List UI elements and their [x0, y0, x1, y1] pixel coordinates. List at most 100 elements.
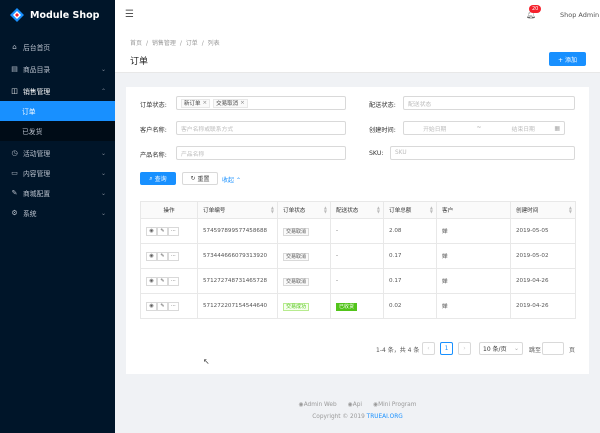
col-header-total[interactable]: 订单总额 ▲ ▼	[383, 201, 437, 219]
row-actions: ◉ ✎ ⋯	[140, 293, 198, 319]
breadcrumb-list: 列表	[207, 40, 220, 47]
jump-page-input[interactable]	[542, 342, 564, 355]
chevron-down-icon: ⌄	[100, 189, 106, 197]
col-header-order-status[interactable]: 订单状态 ▲ ▼	[277, 201, 331, 219]
sku-label: SKU:	[369, 150, 384, 157]
sidebar-item-catalog[interactable]: ▤ 商品目录 ⌄	[0, 59, 115, 79]
cell-customer: 婵	[436, 268, 511, 294]
date-range-separator: ~	[476, 125, 482, 131]
page-size-select[interactable]: 10 条/页 ⌄	[479, 342, 523, 355]
breadcrumb-home[interactable]: 首页	[130, 40, 142, 47]
cell-total: 0.02	[383, 293, 437, 319]
setting-icon: ⚙	[11, 209, 18, 217]
reset-button[interactable]: ↻ 重置	[182, 172, 218, 185]
logo-icon	[10, 8, 24, 22]
ship-status-text: -	[336, 228, 339, 234]
top-header: ☰ 🔔︎ 20 Shop Admin	[115, 0, 600, 30]
more-icon[interactable]: ⋯	[168, 226, 179, 236]
eye-icon[interactable]: ◉	[146, 226, 157, 236]
cell-created: 2019-05-05	[510, 218, 576, 244]
shop-icon: ▤	[11, 65, 18, 73]
orders-table: 操作 订单编号 ▲ ▼ 订单状态 ▲ ▼ 配送状态 ▲ ▼ 订单总额 ▲ ▼ 客户 创建时间 ▲ ▼…	[140, 201, 576, 319]
notification-badge: 20	[529, 5, 542, 13]
col-header-order-id[interactable]: 订单编号 ▲ ▼	[197, 201, 278, 219]
order-status-tag: 新订单 ×	[181, 98, 211, 108]
ship-status-text: 已收货	[336, 302, 358, 311]
sidebar: Module Shop ⌂ 后台首页 ▤ 商品目录 ⌄ ◫ 销售管理 ⌃ 订单 已发货 ◷…	[0, 0, 115, 433]
cell-ship-status: -	[330, 268, 384, 294]
search-button[interactable]: ⌕ 查询	[140, 172, 176, 185]
footer-link-admin-web[interactable]: ◉Admin Web	[299, 402, 337, 408]
cell-total: 0.17	[383, 243, 437, 269]
edit-icon[interactable]: ✎	[157, 301, 168, 311]
add-button[interactable]: + 添加	[549, 52, 586, 66]
close-icon[interactable]: ×	[240, 100, 245, 106]
edit-icon[interactable]: ✎	[157, 226, 168, 236]
sidebar-item-sales[interactable]: ◫ 销售管理 ⌃	[0, 81, 115, 101]
sales-submenu: 订单 已发货	[0, 101, 115, 141]
footer-link-mini-program[interactable]: ◉Mini Program	[373, 402, 416, 408]
breadcrumb-sales[interactable]: 销售管理	[152, 40, 176, 47]
cell-order-status: 交易取消	[277, 243, 331, 269]
ship-status-label: 配送状态:	[369, 102, 396, 109]
edit-icon[interactable]: ✎	[157, 251, 168, 261]
row-actions: ◉ ✎ ⋯	[140, 218, 198, 244]
sidebar-item-content[interactable]: ▭ 内容管理 ⌄	[0, 163, 115, 183]
more-icon[interactable]: ⋯	[168, 301, 179, 311]
more-icon[interactable]: ⋯	[168, 276, 179, 286]
sidebar-item-dashboard[interactable]: ⌂ 后台首页	[0, 37, 115, 57]
eye-icon[interactable]: ◉	[146, 301, 157, 311]
footer-link-api[interactable]: ◉Api	[348, 402, 362, 408]
brand-logo[interactable]: Module Shop	[0, 0, 115, 30]
sort-icon: ▲ ▼	[270, 205, 274, 214]
sidebar-subitem-shipped[interactable]: 已发货	[0, 121, 115, 141]
date-range-picker[interactable]: 开始日期 ~ 结束日期 ▦	[403, 121, 565, 135]
status-badge: 交易取消	[283, 252, 310, 261]
cart-icon: ◫	[11, 87, 18, 95]
eye-icon[interactable]: ◉	[146, 251, 157, 261]
sort-icon: ▲ ▼	[568, 205, 572, 214]
brand-name: Module Shop	[30, 9, 100, 21]
prev-page-button[interactable]: ‹	[422, 342, 435, 355]
breadcrumb-orders[interactable]: 订单	[186, 40, 198, 47]
col-header-created[interactable]: 创建时间 ▲ ▼	[510, 201, 576, 219]
customer-input[interactable]: 客户名称或联系方式	[176, 121, 346, 135]
pagination-summary: 1-4 条，共 4 条	[376, 347, 420, 354]
table-row: ◉ ✎ ⋯ 571272207154544640 交易成功 已收货 0.02 婵 2019-04…	[140, 293, 576, 319]
cell-ship-status: -	[330, 243, 384, 269]
more-icon[interactable]: ⋯	[168, 251, 179, 261]
sidebar-item-config[interactable]: ✎ 商城配置 ⌄	[0, 183, 115, 203]
chevron-up-icon: ⌃	[100, 87, 106, 95]
eye-icon[interactable]: ◉	[146, 276, 157, 286]
chevron-down-icon: ⌄	[100, 65, 106, 73]
footer-links: ◉Admin Web ◉Api ◉Mini Program	[115, 402, 600, 408]
cell-created: 2019-04-26	[510, 293, 576, 319]
close-icon[interactable]: ×	[203, 100, 208, 106]
page-1-button[interactable]: 1	[440, 342, 453, 355]
sort-icon: ▲ ▼	[429, 205, 433, 214]
product-input[interactable]: 产品名称	[176, 146, 346, 160]
sidebar-item-system[interactable]: ⚙ 系统 ⌄	[0, 203, 115, 223]
order-status-select[interactable]: 新订单 × 交易取消 ×	[176, 96, 346, 110]
ship-status-text: -	[336, 278, 339, 284]
col-header-customer: 客户	[436, 201, 511, 219]
tool-icon: ✎	[11, 189, 18, 197]
next-page-button[interactable]: ›	[458, 342, 471, 355]
col-header-ship-status[interactable]: 配送状态 ▲ ▼	[330, 201, 384, 219]
collapse-link[interactable]: 收起 ⌃	[222, 175, 241, 184]
footer-org-link[interactable]: TRUEAI.ORG	[367, 414, 403, 420]
table-body: ◉ ✎ ⋯ 574597899577458688 交易取消 -2.08 婵 2019-05-0…	[140, 218, 576, 319]
sku-input[interactable]: SKU	[390, 146, 575, 160]
sidebar-item-activity[interactable]: ◷ 活动管理 ⌄	[0, 143, 115, 163]
menu-fold-icon[interactable]: ☰	[125, 9, 134, 20]
chevron-down-icon: ⌄	[100, 149, 106, 157]
created-time-label: 创建时间:	[369, 127, 396, 134]
user-menu[interactable]: Shop Admin	[560, 11, 599, 19]
edit-icon[interactable]: ✎	[157, 276, 168, 286]
start-date-placeholder: 开始日期	[423, 126, 447, 133]
ship-status-select[interactable]: 配送状态	[403, 96, 575, 110]
cell-order-status: 交易成功	[277, 293, 331, 319]
reload-icon: ↻	[190, 175, 196, 182]
sidebar-subitem-orders[interactable]: 订单	[0, 101, 115, 121]
status-badge: 交易取消	[283, 227, 310, 236]
